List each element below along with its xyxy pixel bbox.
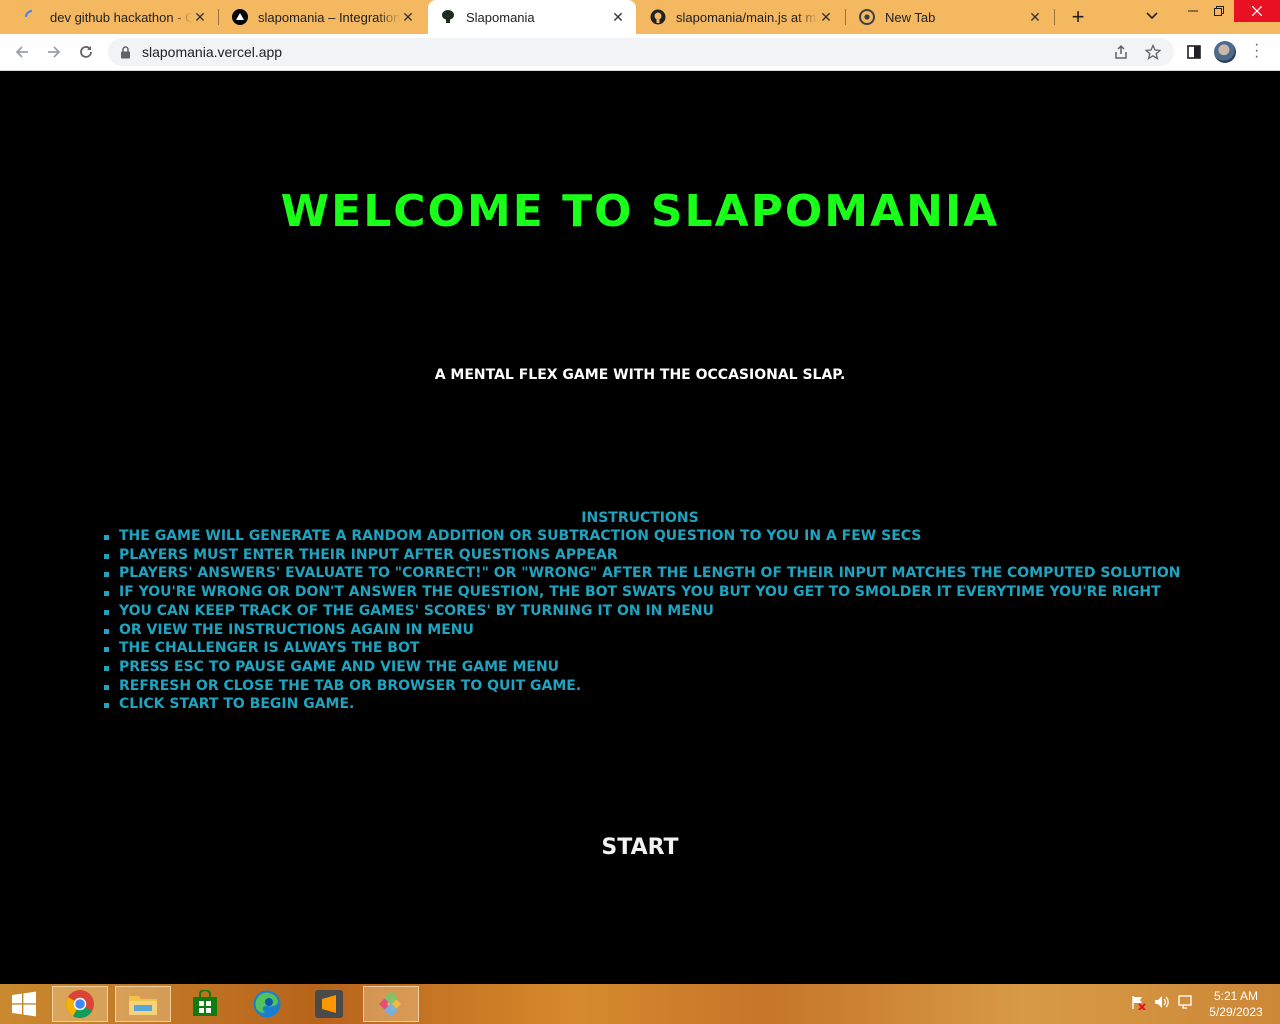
instruction-item: The challenger is always the bot	[104, 639, 1280, 658]
lock-icon[interactable]	[120, 46, 131, 64]
minimize-icon	[1188, 10, 1198, 12]
reload-button[interactable]	[74, 40, 98, 64]
action-center-flag-icon[interactable]	[1130, 994, 1146, 1010]
clock-date: 5/29/2023	[1209, 1005, 1263, 1019]
restore-icon	[1214, 6, 1224, 16]
slapomania-favicon	[440, 9, 456, 25]
tab-slapomania-integrations[interactable]: slapomania – Integrations – ✕	[220, 0, 426, 34]
clock-time: 5:21 AM	[1213, 989, 1259, 1003]
browser-toolbar: slapomania.vercel.app · · ·	[0, 34, 1280, 71]
github-icon	[650, 9, 666, 25]
start-icon	[12, 991, 36, 1017]
instruction-item: You can keep track of the games' scores'…	[104, 602, 1280, 621]
system-clock[interactable]: 5:21 AM 5/29/2023	[1200, 988, 1272, 1020]
tab-new-tab[interactable]: New Tab ✕	[847, 0, 1053, 34]
windows-taskbar: 5:21 AM 5/29/2023	[0, 984, 1280, 1024]
tab-title: slapomania/main.js at main	[676, 9, 818, 25]
instruction-item: Press ESC to pause game and view the gam…	[104, 658, 1280, 677]
tagline: A mental flex game with the occasional s…	[434, 367, 846, 383]
close-icon[interactable]: ✕	[1027, 9, 1043, 26]
close-icon[interactable]: ✕	[400, 9, 416, 26]
loading-spinner-icon	[24, 9, 40, 25]
tab-dev-github-hackathon[interactable]: dev github hackathon - Goo ✕	[12, 0, 218, 34]
window-close-button[interactable]	[1234, 0, 1280, 22]
instruction-item: The game will generate a random addition…	[104, 527, 1280, 546]
tab-title: dev github hackathon - Goo	[50, 9, 192, 25]
instruction-item: Refresh or close the tab or browser to q…	[104, 677, 1280, 696]
close-icon[interactable]: ✕	[818, 9, 834, 26]
taskbar-git-app[interactable]	[363, 986, 419, 1022]
taskbar-store[interactable]	[177, 986, 233, 1022]
new-tab-button[interactable]: +	[1066, 4, 1090, 29]
tab-title: New Tab	[885, 9, 936, 25]
plus-icon: +	[1071, 4, 1085, 29]
share-icon[interactable]	[1112, 43, 1130, 61]
taskbar-sublime-text[interactable]	[301, 986, 357, 1022]
tab-slapomania[interactable]: Slapomania ✕	[428, 0, 636, 34]
tab-github-main-js[interactable]: slapomania/main.js at main ✕	[638, 0, 844, 34]
tab-search-chevron-down-icon[interactable]	[1146, 9, 1158, 23]
instruction-item: If you're wrong or don't answer the ques…	[104, 583, 1280, 602]
more-options-icon[interactable]: · · ·	[1254, 37, 1259, 65]
taskbar-edge[interactable]	[239, 986, 295, 1022]
instructions-section: Instructions The game will generate a ra…	[0, 509, 1280, 714]
address-bar[interactable]: slapomania.vercel.app	[108, 38, 1174, 66]
instruction-item: Click start to begin game.	[104, 695, 1280, 714]
taskbar-file-explorer[interactable]	[115, 986, 171, 1022]
git-icon	[379, 991, 401, 1017]
network-icon[interactable]	[1178, 994, 1194, 1010]
restore-button[interactable]	[1204, 0, 1234, 22]
back-button[interactable]	[10, 40, 34, 64]
close-icon[interactable]: ✕	[192, 9, 208, 26]
close-icon[interactable]: ✕	[610, 9, 626, 26]
url-text: slapomania.vercel.app	[142, 44, 283, 60]
instructions-heading: Instructions	[581, 510, 699, 526]
forward-button[interactable]	[42, 40, 66, 64]
side-panel-icon	[1187, 45, 1201, 59]
reload-icon	[80, 46, 92, 58]
instruction-item: Players must enter their input after que…	[104, 546, 1280, 565]
sublime-text-icon	[315, 990, 343, 1018]
instructions-list: The game will generate a random addition…	[0, 527, 1280, 714]
start-button[interactable]: Start	[580, 829, 700, 865]
instruction-item: Players' answers' evaluate to "Correct!"…	[104, 564, 1280, 583]
profile-avatar[interactable]	[1214, 41, 1236, 63]
page-title: Welcome to Slapomania	[280, 186, 1000, 237]
volume-icon[interactable]	[1154, 994, 1170, 1010]
tab-title: Slapomania	[466, 9, 535, 25]
start-button-windows[interactable]	[0, 986, 48, 1022]
arrow-right-icon	[48, 46, 61, 58]
tab-title: slapomania – Integrations –	[258, 9, 400, 25]
bookmark-star-icon[interactable]	[1144, 43, 1162, 61]
game-page: Welcome to Slapomania A mental flex game…	[0, 71, 1280, 984]
chrome-icon	[859, 9, 875, 25]
arrow-left-icon	[15, 46, 28, 58]
taskbar-chrome[interactable]	[52, 986, 108, 1022]
tab-separator	[1054, 9, 1055, 25]
vercel-icon	[232, 9, 248, 25]
tab-strip: dev github hackathon - Goo ✕ slapomania …	[0, 0, 1280, 34]
tab-separator	[218, 9, 219, 25]
close-icon	[1252, 6, 1262, 16]
tab-separator	[845, 9, 846, 25]
edge-icon	[253, 990, 281, 1018]
chrome-icon	[66, 990, 94, 1018]
instruction-item: Or view the instructions again in menu	[104, 621, 1280, 640]
store-icon	[193, 990, 217, 1016]
side-panel-button[interactable]	[1182, 40, 1206, 64]
file-explorer-icon	[129, 996, 157, 1015]
